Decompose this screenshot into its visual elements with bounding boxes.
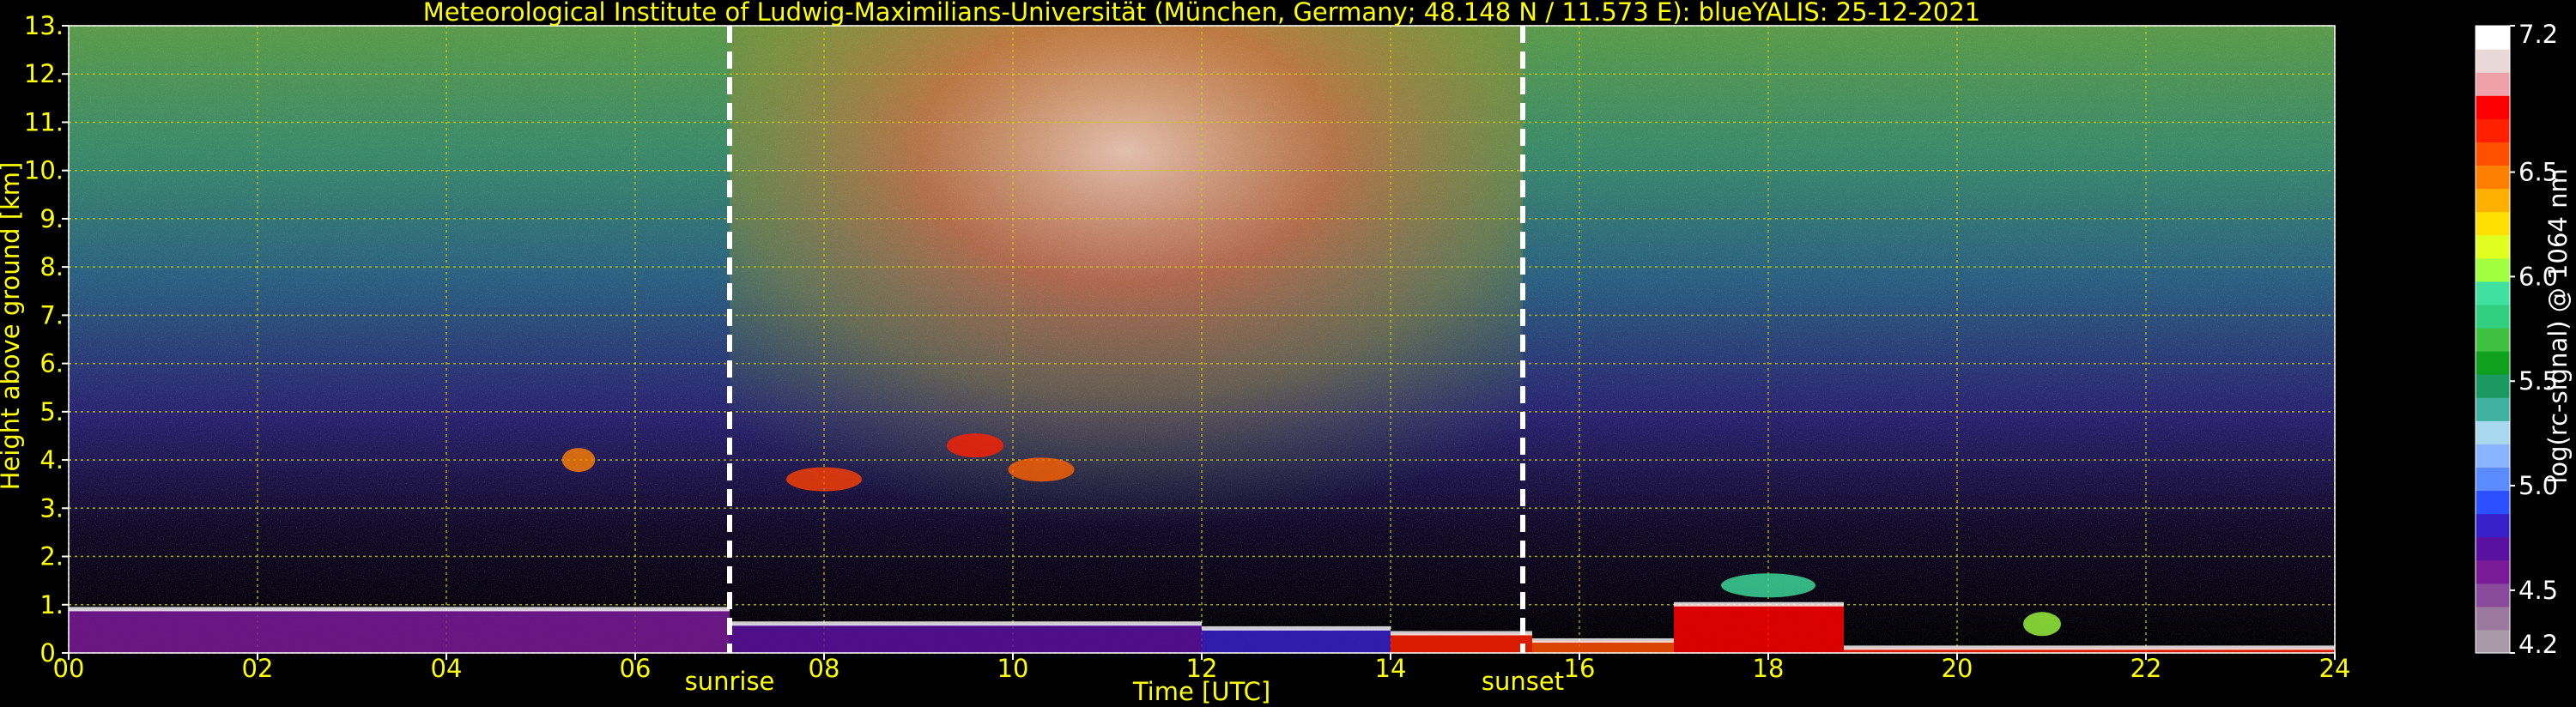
colorbar-segment <box>2476 188 2510 213</box>
lidar-heatmap-chart: sunrise sunset 00 02 04 06 08 10 12 14 16 18 20 22 24… <box>0 0 2573 706</box>
sunrise-label: sunrise <box>685 667 775 696</box>
x-tick-label: 22 <box>2131 654 2162 683</box>
boundary-layer-top <box>1844 645 2335 650</box>
x-tick-label: 20 <box>1942 654 1973 683</box>
colorbar-tick-label: 4.5 <box>2518 576 2558 605</box>
colorbar-segment <box>2476 559 2510 584</box>
y-axis-label: Height above ground [km] <box>0 162 25 491</box>
y-tick-label: 1. <box>39 590 64 619</box>
boundary-layer-band <box>730 624 1202 653</box>
colorbar-segment <box>2476 257 2510 282</box>
colorbar-segment <box>2476 304 2510 329</box>
colorbar-segment <box>2476 26 2510 50</box>
x-tick-label: 18 <box>1753 654 1785 683</box>
colorbar-segment <box>2476 583 2510 607</box>
x-tick-label: 06 <box>620 654 652 683</box>
y-tick-label: 9. <box>39 204 64 233</box>
y-tick-label: 10. <box>24 156 64 185</box>
colorbar-segment <box>2476 490 2510 515</box>
x-tick-label: 02 <box>242 654 274 683</box>
boundary-layer-top <box>69 607 730 612</box>
y-tick-label: 8. <box>39 252 64 281</box>
boundary-layer-band <box>1674 604 1844 653</box>
y-tick-label: 4. <box>39 445 64 474</box>
colorbar-segment <box>2476 606 2510 631</box>
colorbar-segment <box>2476 165 2510 190</box>
sunset-label: sunset <box>1482 667 1564 696</box>
x-tick-label: 04 <box>431 654 463 683</box>
colorbar-segment <box>2476 629 2510 654</box>
colorbar-segment <box>2476 397 2510 421</box>
boundary-layer-top <box>1391 631 1532 636</box>
x-tick-label: 10 <box>997 654 1029 683</box>
chart-title: Meteorological Institute of Ludwig-Maxim… <box>423 0 1981 27</box>
colorbar-segment <box>2476 467 2510 492</box>
colorbar-segment <box>2476 351 2510 375</box>
y-tick-label: 0. <box>39 638 64 668</box>
colorbar-segment <box>2476 420 2510 444</box>
y-tick-label: 6. <box>39 349 64 378</box>
cloud-feature <box>947 433 1003 458</box>
boundary-layer-band <box>1391 633 1532 653</box>
boundary-layer-band <box>1202 628 1391 653</box>
colorbar-segment <box>2476 444 2510 468</box>
boundary-layer-band <box>1532 640 1674 653</box>
y-tick-label: 13. <box>24 11 64 40</box>
y-tick-label: 2. <box>39 542 64 571</box>
boundary-layer-band <box>69 609 730 653</box>
x-tick-label: 14 <box>1375 654 1407 683</box>
cloud-feature <box>1721 573 1815 598</box>
boundary-layer-top <box>730 621 1202 626</box>
colorbar-segment <box>2476 536 2510 561</box>
colorbar-segment <box>2476 95 2510 119</box>
colorbar-segment <box>2476 142 2510 166</box>
cloud-feature <box>786 467 862 492</box>
cloud-feature <box>1008 457 1075 482</box>
boundary-layer-top <box>1202 625 1391 631</box>
cloud-feature <box>2023 612 2061 637</box>
colorbar-segment <box>2476 72 2510 96</box>
y-tick-label: 5. <box>39 397 64 426</box>
colorbar-segment <box>2476 118 2510 142</box>
colorbar-segment <box>2476 211 2510 236</box>
cloud-feature <box>561 448 596 473</box>
x-tick-label: 16 <box>1564 654 1596 683</box>
colorbar-tick-label: 4.2 <box>2518 630 2558 659</box>
y-tick-label: 12. <box>24 59 64 88</box>
y-tick-label: 7. <box>39 300 64 329</box>
colorbar-segment <box>2476 49 2510 73</box>
boundary-layer-top <box>1674 601 1844 607</box>
x-axis-label: Time [UTC] <box>1132 677 1270 706</box>
colorbar-segment <box>2476 234 2510 259</box>
y-tick-label: 3. <box>39 493 64 523</box>
colorbar-segment <box>2476 374 2510 398</box>
colorbar-segment <box>2476 327 2510 352</box>
colorbar-segment <box>2476 513 2510 538</box>
colorbar-label: log(rc-signal) @ 1064 nm <box>2543 168 2573 483</box>
y-tick-label: 11. <box>24 107 64 136</box>
x-tick-label: 24 <box>2319 654 2351 683</box>
colorbar-segment <box>2476 281 2510 305</box>
boundary-layer-top <box>1532 638 1674 643</box>
x-tick-label: 08 <box>809 654 840 683</box>
colorbar-tick-label: 7.2 <box>2518 20 2558 49</box>
